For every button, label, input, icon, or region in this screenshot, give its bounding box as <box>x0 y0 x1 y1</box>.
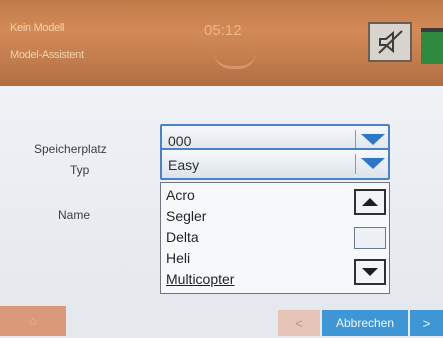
arrow-up-icon <box>362 198 378 206</box>
home-icon: ⌂ <box>29 314 37 328</box>
list-item-acro[interactable]: Acro <box>166 187 195 203</box>
speaker-muted-icon <box>378 30 403 54</box>
scrollbar-thumb[interactable] <box>354 227 386 249</box>
home-button[interactable]: ⌂ <box>0 306 66 336</box>
list-item-delta[interactable]: Delta <box>166 229 199 245</box>
scroll-down-button[interactable] <box>354 259 386 285</box>
name-label: Name <box>58 208 91 222</box>
list-item-heli[interactable]: Heli <box>166 250 190 266</box>
screen-title: Model-Assistent <box>10 49 84 61</box>
divider <box>355 154 356 174</box>
type-value: Easy <box>168 157 200 173</box>
cancel-button[interactable]: Abbrechen <box>322 310 408 336</box>
clock-decoration <box>214 52 256 69</box>
divider <box>355 130 356 150</box>
next-button[interactable]: > <box>410 310 443 336</box>
list-item-segler[interactable]: Segler <box>166 208 206 224</box>
battery-icon <box>421 28 443 64</box>
chevron-down-icon[interactable] <box>361 134 385 145</box>
memory-slot-label: Speicherplatz <box>34 142 107 156</box>
mute-button[interactable] <box>368 22 412 62</box>
arrow-down-icon <box>362 268 378 276</box>
memory-slot-value: 000 <box>168 133 192 149</box>
list-item-multicopter[interactable]: Multicopter <box>166 271 234 287</box>
prev-button[interactable]: < <box>278 310 320 336</box>
chevron-down-icon[interactable] <box>361 158 385 169</box>
model-name: Kein Modell <box>10 22 65 34</box>
type-dropdown-list[interactable]: Acro Segler Delta Heli Multicopter <box>160 182 390 294</box>
type-label: Typ <box>70 163 90 177</box>
footer-bar: ⌂ < Abbrechen > <box>0 298 443 338</box>
type-select[interactable]: Easy <box>160 148 390 180</box>
scroll-up-button[interactable] <box>354 189 386 215</box>
clock: 05:12 <box>204 22 242 39</box>
header-bar: Kein Modell Model-Assistent 05:12 <box>0 0 443 86</box>
